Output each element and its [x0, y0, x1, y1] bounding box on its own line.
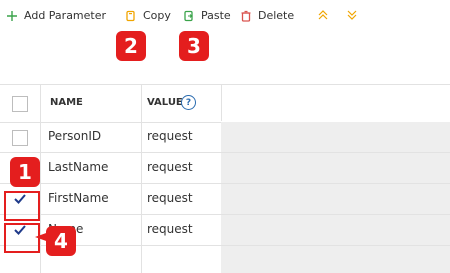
column-divider — [221, 84, 222, 121]
name-cell: LastName — [48, 160, 109, 174]
add-parameter-label: Add Parameter — [24, 9, 107, 22]
callout-badge-3: 3 — [179, 31, 209, 61]
double-chevron-down-icon[interactable] — [346, 9, 358, 21]
help-icon[interactable]: ? — [181, 95, 196, 110]
plus-icon — [7, 10, 17, 21]
paste-label: Paste — [201, 9, 231, 22]
column-header-value: VALUE — [147, 97, 183, 108]
copy-button[interactable]: Copy — [125, 9, 171, 22]
row-checkbox[interactable] — [12, 130, 28, 146]
table-row[interactable]: PersonID request — [0, 122, 450, 153]
value-cell[interactable]: request — [147, 129, 193, 143]
callout-badge-4: 4 — [46, 226, 76, 256]
table-row[interactable]: FirstName request — [0, 184, 450, 215]
table-header: NAME VALUE ? — [0, 84, 450, 123]
add-parameter-button[interactable]: Add Parameter — [6, 9, 106, 22]
trash-icon — [241, 10, 251, 22]
toolbar: Add Parameter Copy Paste Delete — [0, 0, 450, 34]
callout-badge-1: 1 — [10, 157, 40, 187]
column-header-name: NAME — [50, 97, 83, 108]
delete-label: Delete — [258, 9, 295, 22]
paste-button[interactable]: Paste — [183, 9, 231, 22]
value-cell[interactable]: request — [147, 191, 193, 205]
table-row[interactable]: LastName request — [0, 153, 450, 184]
callout-badge-2: 2 — [116, 31, 146, 61]
paste-icon — [184, 10, 193, 21]
value-cell[interactable]: request — [147, 160, 193, 174]
value-cell[interactable]: request — [147, 222, 193, 236]
name-cell: FirstName — [48, 191, 109, 205]
delete-button[interactable]: Delete — [240, 9, 294, 22]
double-chevron-up-icon[interactable] — [317, 9, 329, 21]
copy-label: Copy — [143, 9, 171, 22]
select-all-checkbox[interactable] — [12, 96, 28, 112]
copy-icon — [126, 10, 135, 21]
highlight-box — [4, 191, 40, 221]
name-cell: PersonID — [48, 129, 102, 143]
